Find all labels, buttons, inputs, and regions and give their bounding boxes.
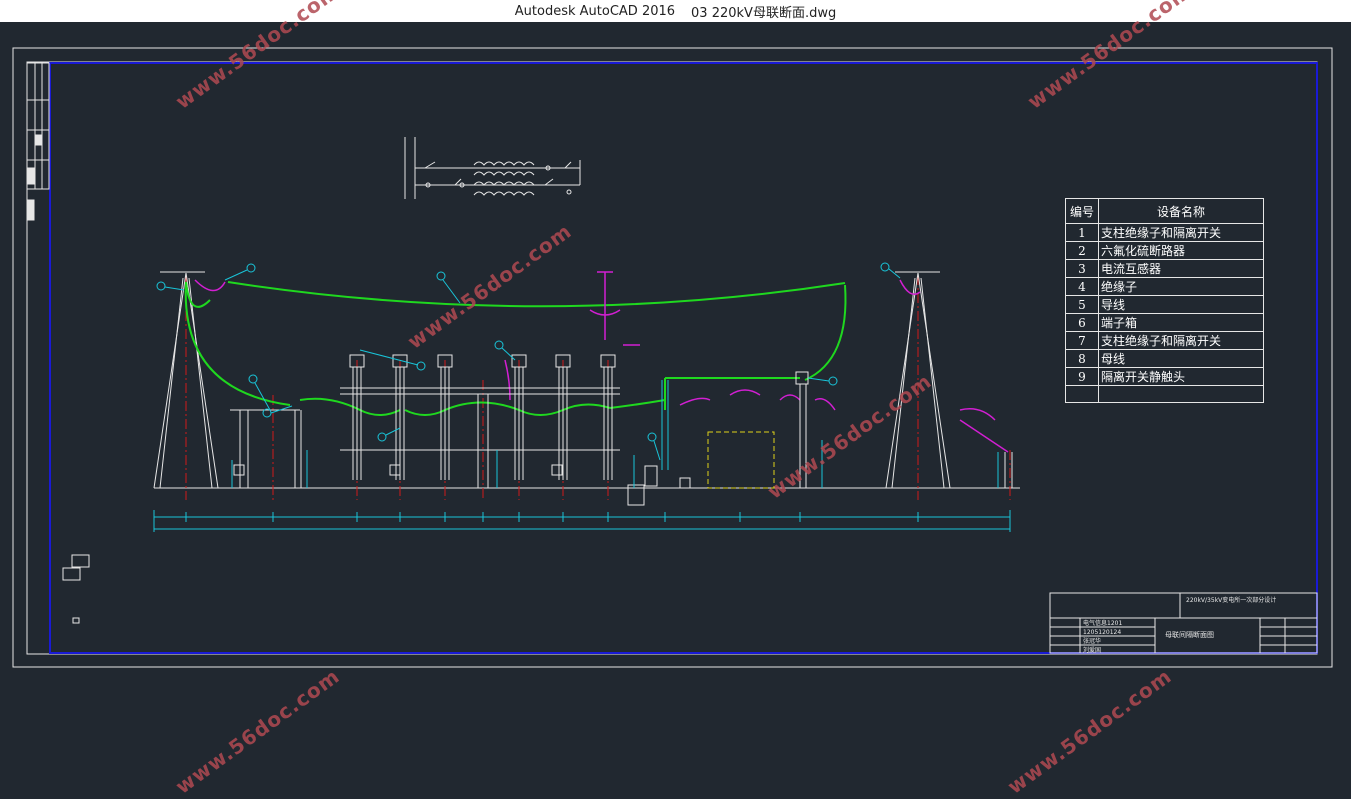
legend-name: 母线: [1098, 349, 1264, 368]
legend-header-name: 设备名称: [1098, 198, 1264, 224]
legend-num: 9: [1065, 367, 1099, 386]
legend-num: 2: [1065, 241, 1099, 260]
legend-num: 1: [1065, 223, 1099, 242]
legend-name: 支柱绝缘子和隔离开关: [1098, 331, 1264, 350]
file-name: 03 220kV母联断面.dwg: [691, 5, 837, 21]
legend-num: 4: [1065, 277, 1099, 296]
title-block-id: 1205120124: [1083, 629, 1122, 636]
legend-name: 六氟化硫断路器: [1098, 241, 1264, 260]
yellow-dashed-box: [707, 431, 775, 489]
legend-name: [1098, 385, 1264, 403]
legend-num: 5: [1065, 295, 1099, 314]
title-block-class: 电气信息1201: [1083, 620, 1123, 627]
dimension-lines: [153, 510, 1011, 532]
drawing-canvas[interactable]: 编号 设备名称 1 支柱绝缘子和隔离开关 2 六氟化硫断路器 3 电流互感器 4 绝缘子…: [0, 0, 1351, 799]
app-name: Autodesk AutoCAD 2016: [514, 3, 676, 19]
equipment-legend-table: 编号 设备名称 1 支柱绝缘子和隔离开关 2 六氟化硫断路器 3 电流互感器 4 绝缘子…: [1065, 198, 1264, 403]
legend-num: [1065, 385, 1099, 403]
left-small-boxes: [62, 554, 90, 624]
legend-name: 导线: [1098, 295, 1264, 314]
callouts: [156, 262, 999, 488]
legend-num: 8: [1065, 349, 1099, 368]
legend-name: 隔离开关静触头: [1098, 367, 1264, 386]
legend-name: 电流互感器: [1098, 259, 1264, 278]
legend-num: 7: [1065, 331, 1099, 350]
title-block-name: 张冠华: [1083, 638, 1102, 645]
title-block-advisor: 刘爱国: [1083, 647, 1102, 654]
title-block-project: 220kV/35kV变电所一次部分设计: [1186, 597, 1277, 604]
legend-name: 绝缘子: [1098, 277, 1264, 296]
title-block-drawing-name: 母联间隔断面图: [1165, 631, 1214, 639]
legend-name: 端子箱: [1098, 313, 1264, 332]
top-schematic: [404, 137, 581, 199]
legend-name: 支柱绝缘子和隔离开关: [1098, 223, 1264, 242]
legend-num: 3: [1065, 259, 1099, 278]
legend-header-num: 编号: [1065, 198, 1099, 224]
binding-strip: [26, 62, 50, 221]
conductors: [184, 281, 847, 416]
legend-num: 6: [1065, 313, 1099, 332]
